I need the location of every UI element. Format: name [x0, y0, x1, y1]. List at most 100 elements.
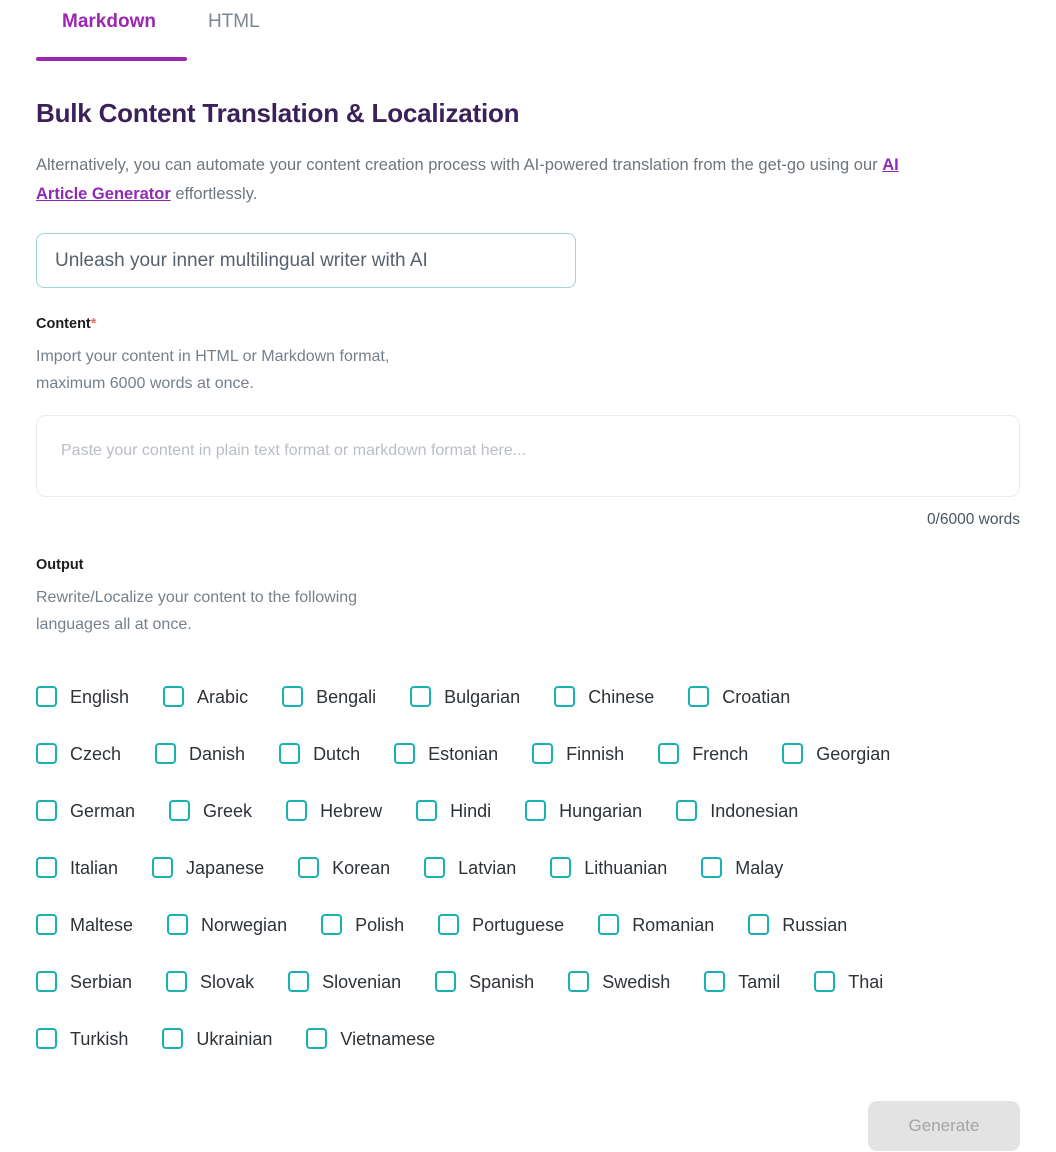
checkbox-icon[interactable] — [155, 743, 177, 764]
language-option-english[interactable]: English — [36, 686, 129, 707]
language-label: Greek — [203, 800, 253, 821]
language-row: Maltese Norwegian Polish Portuguese Romanian… — [36, 896, 1020, 953]
language-option-swedish[interactable]: Swedish — [568, 971, 670, 992]
language-option-romanian[interactable]: Romanian — [598, 914, 714, 935]
checkbox-icon[interactable] — [435, 971, 457, 992]
language-option-bulgarian[interactable]: Bulgarian — [410, 686, 520, 707]
language-option-ukrainian[interactable]: Ukrainian — [162, 1028, 272, 1049]
checkbox-icon[interactable] — [598, 914, 620, 935]
checkbox-icon[interactable] — [525, 800, 547, 821]
checkbox-icon[interactable] — [36, 1028, 57, 1049]
checkbox-icon[interactable] — [568, 971, 590, 992]
language-option-chinese[interactable]: Chinese — [554, 686, 654, 707]
checkbox-icon[interactable] — [36, 971, 57, 992]
language-label: Chinese — [588, 686, 655, 707]
language-option-vietnamese[interactable]: Vietnamese — [306, 1028, 435, 1049]
checkbox-icon[interactable] — [167, 914, 189, 935]
language-option-maltese[interactable]: Maltese — [36, 914, 133, 935]
language-option-danish[interactable]: Danish — [155, 743, 245, 764]
language-option-dutch[interactable]: Dutch — [279, 743, 360, 764]
language-option-lithuanian[interactable]: Lithuanian — [550, 857, 667, 878]
checkbox-icon[interactable] — [701, 857, 723, 878]
language-label: Ukrainian — [196, 1028, 273, 1049]
language-option-estonian[interactable]: Estonian — [394, 743, 498, 764]
generate-button[interactable]: Generate — [868, 1101, 1020, 1151]
checkbox-icon[interactable] — [814, 971, 836, 992]
checkbox-icon[interactable] — [288, 971, 310, 992]
checkbox-icon[interactable] — [658, 743, 680, 764]
language-option-german[interactable]: German — [36, 800, 135, 821]
checkbox-icon[interactable] — [36, 686, 57, 707]
checkbox-icon[interactable] — [286, 800, 308, 821]
checkbox-icon[interactable] — [169, 800, 191, 821]
checkbox-icon[interactable] — [36, 857, 57, 878]
checkbox-icon[interactable] — [306, 1028, 328, 1049]
tab-html[interactable]: HTML — [182, 0, 286, 31]
checkbox-icon[interactable] — [424, 857, 446, 878]
language-option-tamil[interactable]: Tamil — [704, 971, 780, 992]
language-option-bengali[interactable]: Bengali — [282, 686, 376, 707]
language-option-slovak[interactable]: Slovak — [166, 971, 254, 992]
intro-text-before: Alternatively, you can automate your con… — [36, 156, 883, 174]
language-option-serbian[interactable]: Serbian — [36, 971, 132, 992]
language-option-russian[interactable]: Russian — [748, 914, 847, 935]
language-option-indonesian[interactable]: Indonesian — [676, 800, 798, 821]
language-label: Russian — [782, 914, 848, 935]
checkbox-icon[interactable] — [298, 857, 320, 878]
language-option-polish[interactable]: Polish — [321, 914, 404, 935]
language-label: Romanian — [632, 914, 715, 935]
checkbox-icon[interactable] — [782, 743, 804, 764]
language-option-greek[interactable]: Greek — [169, 800, 252, 821]
language-option-croatian[interactable]: Croatian — [688, 686, 790, 707]
checkbox-icon[interactable] — [394, 743, 416, 764]
checkbox-icon[interactable] — [279, 743, 301, 764]
language-option-hebrew[interactable]: Hebrew — [286, 800, 382, 821]
language-option-thai[interactable]: Thai — [814, 971, 883, 992]
checkbox-icon[interactable] — [410, 686, 432, 707]
language-option-czech[interactable]: Czech — [36, 743, 121, 764]
checkbox-icon[interactable] — [321, 914, 343, 935]
checkbox-icon[interactable] — [748, 914, 770, 935]
checkbox-icon[interactable] — [416, 800, 438, 821]
language-label: Dutch — [313, 743, 361, 764]
language-option-spanish[interactable]: Spanish — [435, 971, 534, 992]
language-option-arabic[interactable]: Arabic — [163, 686, 248, 707]
content-textarea[interactable] — [36, 415, 1020, 497]
checkbox-icon[interactable] — [554, 686, 576, 707]
language-option-hindi[interactable]: Hindi — [416, 800, 491, 821]
checkbox-icon[interactable] — [532, 743, 554, 764]
language-option-latvian[interactable]: Latvian — [424, 857, 516, 878]
language-option-georgian[interactable]: Georgian — [782, 743, 890, 764]
checkbox-icon[interactable] — [282, 686, 304, 707]
checkbox-icon[interactable] — [704, 971, 726, 992]
language-option-japanese[interactable]: Japanese — [152, 857, 264, 878]
checkbox-icon[interactable] — [152, 857, 174, 878]
checkbox-icon[interactable] — [676, 800, 698, 821]
language-row: Turkish Ukrainian Vietnamese — [36, 1010, 1020, 1067]
language-checkbox-grid: English Arabic Bengali Bulgarian Chinese Croa… — [36, 668, 1020, 1067]
tab-markdown[interactable]: Markdown — [36, 0, 182, 31]
checkbox-icon[interactable] — [36, 743, 57, 764]
title-input[interactable] — [36, 233, 576, 288]
checkbox-icon[interactable] — [550, 857, 572, 878]
language-label: Polish — [355, 914, 405, 935]
language-option-turkish[interactable]: Turkish — [36, 1028, 128, 1049]
language-option-portuguese[interactable]: Portuguese — [438, 914, 564, 935]
checkbox-icon[interactable] — [163, 686, 185, 707]
checkbox-icon[interactable] — [36, 800, 57, 821]
checkbox-icon[interactable] — [162, 1028, 184, 1049]
language-option-malay[interactable]: Malay — [701, 857, 783, 878]
language-label: Portuguese — [472, 914, 565, 935]
checkbox-icon[interactable] — [438, 914, 460, 935]
checkbox-icon[interactable] — [166, 971, 188, 992]
language-option-finnish[interactable]: Finnish — [532, 743, 624, 764]
language-option-hungarian[interactable]: Hungarian — [525, 800, 642, 821]
language-option-french[interactable]: French — [658, 743, 748, 764]
language-option-slovenian[interactable]: Slovenian — [288, 971, 401, 992]
language-option-korean[interactable]: Korean — [298, 857, 390, 878]
language-option-italian[interactable]: Italian — [36, 857, 118, 878]
checkbox-icon[interactable] — [36, 914, 57, 935]
checkbox-icon[interactable] — [688, 686, 710, 707]
language-row: German Greek Hebrew Hindi Hungarian Indonesia… — [36, 782, 1020, 839]
language-option-norwegian[interactable]: Norwegian — [167, 914, 287, 935]
